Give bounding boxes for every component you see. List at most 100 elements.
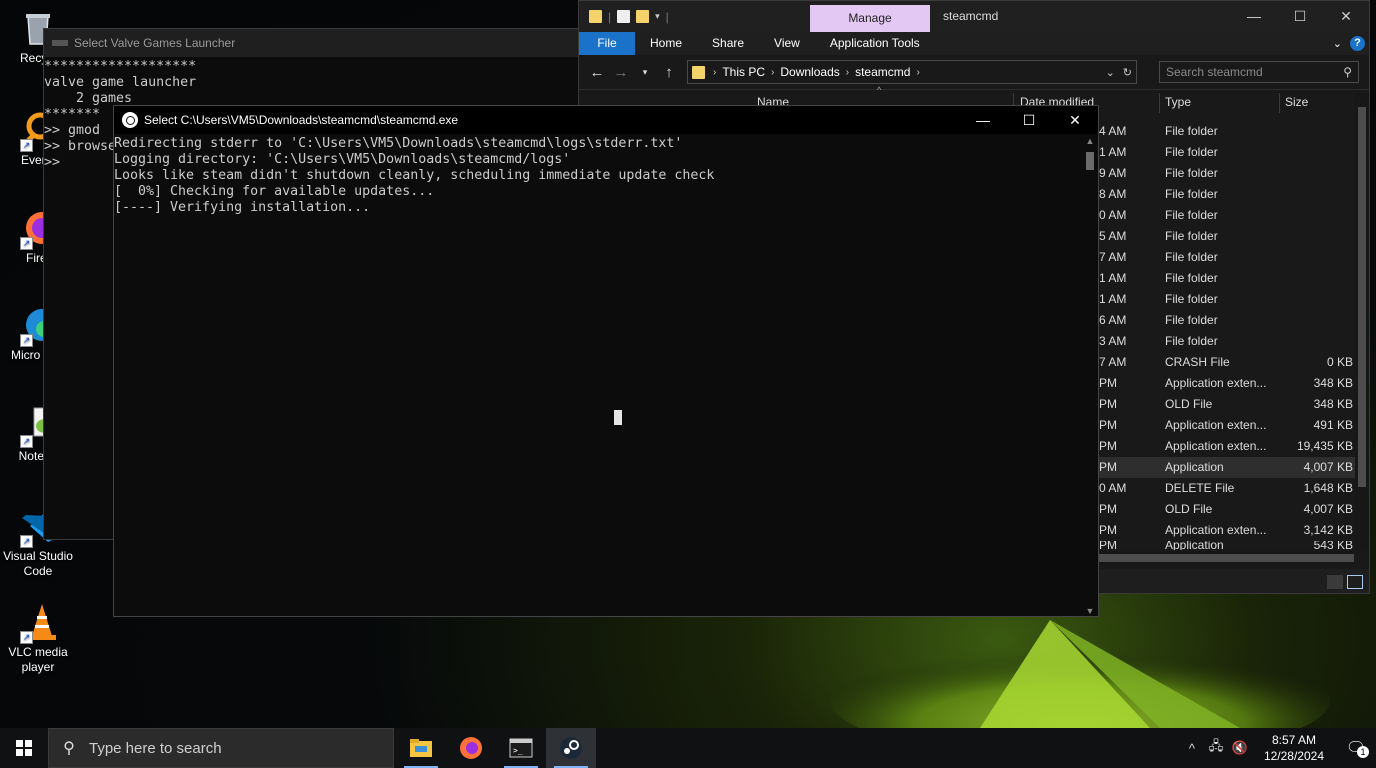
taskbar-search-box[interactable]: ⚲ Type here to search <box>48 728 394 768</box>
cell-date: 0 AM <box>1099 208 1127 222</box>
scrollbar-thumb[interactable] <box>1099 554 1354 562</box>
volume-muted-icon[interactable]: 🔇 <box>1228 740 1252 756</box>
horizontal-scrollbar[interactable] <box>1099 551 1355 565</box>
steamcmd-console-window[interactable]: Select C:\Users\VM5\Downloads\steamcmd\s… <box>113 105 1099 617</box>
minimize-button[interactable]: — <box>960 106 1006 134</box>
breadcrumb-this-pc[interactable]: This PC <box>718 65 769 79</box>
chevron-up-icon[interactable]: ^ <box>1180 741 1204 756</box>
search-icon: ⚲ <box>1343 65 1352 79</box>
taskbar: ⚲ Type here to search >_ ^ 🖧 🔇 8:57 AM 1… <box>0 728 1376 768</box>
refresh-icon[interactable]: ↻ <box>1123 66 1132 79</box>
scrollbar-thumb[interactable] <box>1358 107 1366 487</box>
cell-date: 8 AM <box>1099 187 1127 201</box>
vlc-icon: ↗ <box>18 602 58 644</box>
sort-arrow-icon: ^ <box>877 85 882 95</box>
search-input[interactable]: Search steamcmd ⚲ <box>1159 61 1359 83</box>
cell-size: 3,142 KB <box>1303 523 1353 537</box>
up-arrow-icon[interactable]: ↑ <box>657 64 681 81</box>
search-icon: ⚲ <box>63 740 75 757</box>
column-header-type[interactable]: Type <box>1165 95 1191 109</box>
cell-type: File folder <box>1165 166 1218 180</box>
network-icon[interactable]: 🖧 <box>1204 737 1228 759</box>
scroll-down-icon[interactable]: ▼ <box>1082 606 1098 616</box>
back-arrow-icon[interactable]: ← <box>585 64 609 81</box>
new-folder-icon[interactable] <box>636 10 650 23</box>
explorer-title-bar[interactable]: | ▾ | Manage steamcmd — ☐ ✕ <box>579 1 1369 32</box>
cell-size: 543 KB <box>1313 541 1353 550</box>
address-bar[interactable]: › This PC › Downloads › steamcmd › ⌄ ↻ <box>687 60 1137 84</box>
properties-icon[interactable] <box>617 10 631 23</box>
cell-size: 348 KB <box>1313 397 1353 411</box>
chevron-down-icon[interactable]: ⌄ <box>1106 66 1115 79</box>
cell-date: PM <box>1099 397 1117 411</box>
cell-date: 5 AM <box>1099 229 1127 243</box>
console-output-area[interactable]: Redirecting stderr to 'C:\Users\VM5\Down… <box>114 136 1082 616</box>
cell-type: OLD File <box>1165 502 1213 516</box>
cell-type: Application exten... <box>1165 439 1267 453</box>
details-view-icon[interactable] <box>1327 575 1343 589</box>
close-button[interactable]: ✕ <box>1052 106 1098 134</box>
desktop-icon-vlc[interactable]: ↗ VLC media player <box>0 602 76 675</box>
tab-share[interactable]: Share <box>697 32 759 55</box>
column-header-size[interactable]: Size <box>1285 95 1308 109</box>
start-button[interactable] <box>0 728 48 768</box>
taskbar-app-steam[interactable] <box>546 728 596 768</box>
cell-type: File folder <box>1165 292 1218 306</box>
folder-icon[interactable] <box>589 10 602 23</box>
clock[interactable]: 8:57 AM 12/28/2024 <box>1252 732 1336 764</box>
close-button[interactable]: ✕ <box>1323 1 1369 32</box>
cell-type: File folder <box>1165 124 1218 138</box>
clock-time: 8:57 AM <box>1271 733 1316 747</box>
cell-date: 6 AM <box>1099 313 1127 327</box>
minimize-button[interactable]: — <box>1231 1 1277 32</box>
cell-size: 1,648 KB <box>1303 481 1353 495</box>
tab-file[interactable]: File <box>579 32 635 55</box>
vertical-scrollbar[interactable]: ▲ ▼ <box>1082 136 1098 616</box>
vertical-scrollbar[interactable] <box>1355 93 1369 551</box>
cell-type: Application exten... <box>1165 418 1267 432</box>
cell-type: Application <box>1165 460 1224 474</box>
scroll-up-icon[interactable]: ▲ <box>1082 136 1098 146</box>
chevron-right-icon: › <box>916 66 920 78</box>
tab-manage[interactable]: Manage <box>810 5 930 32</box>
breadcrumb-downloads[interactable]: Downloads <box>776 65 843 79</box>
tab-view[interactable]: View <box>759 32 815 55</box>
breadcrumb-steamcmd[interactable]: steamcmd <box>851 65 914 79</box>
launcher-title-bar[interactable]: Select Valve Games Launcher <box>44 29 584 57</box>
tab-home[interactable]: Home <box>635 32 697 55</box>
quick-access-toolbar: | ▾ | <box>579 10 669 24</box>
terminal-icon: >_ <box>509 738 533 758</box>
chevron-right-icon: › <box>771 66 775 78</box>
notification-center-button[interactable]: 🗨 1 <box>1336 738 1376 758</box>
cell-date: PM <box>1099 541 1117 550</box>
taskbar-app-file-explorer[interactable] <box>396 728 446 768</box>
scrollbar-thumb[interactable] <box>1086 152 1094 170</box>
maximize-button[interactable]: ☐ <box>1277 1 1323 32</box>
tab-application-tools[interactable]: Application Tools <box>815 32 935 55</box>
recent-locations-icon[interactable]: ▾ <box>633 67 657 78</box>
taskbar-app-terminal[interactable]: >_ <box>496 728 546 768</box>
cell-size: 4,007 KB <box>1303 502 1353 516</box>
cell-date: PM <box>1099 418 1117 432</box>
desktop-icon-label: VLC media player <box>8 645 68 674</box>
chevron-right-icon: › <box>845 66 850 78</box>
svg-text:>_: >_ <box>513 746 523 755</box>
steamcmd-title-bar[interactable]: Select C:\Users\VM5\Downloads\steamcmd\s… <box>114 106 1098 134</box>
expand-ribbon-icon[interactable]: ⌄ <box>1333 37 1342 50</box>
cell-date: 3 AM <box>1099 334 1127 348</box>
launcher-title: Select Valve Games Launcher <box>74 36 236 50</box>
large-icons-view-icon[interactable] <box>1347 575 1363 589</box>
customize-toolbar-icon[interactable]: ▾ <box>655 11 660 22</box>
maximize-button[interactable]: ☐ <box>1006 106 1052 134</box>
wallpaper-tent <box>830 620 1330 728</box>
help-icon[interactable]: ? <box>1350 36 1365 51</box>
taskbar-app-firefox[interactable] <box>446 728 496 768</box>
forward-arrow-icon[interactable]: → <box>609 64 633 81</box>
console-output: Redirecting stderr to 'C:\Users\VM5\Down… <box>114 136 715 215</box>
cell-date: PM <box>1099 523 1117 537</box>
cell-date: 0 AM <box>1099 481 1127 495</box>
cell-type: File folder <box>1165 229 1218 243</box>
windows-logo-icon <box>16 740 32 756</box>
cell-date: 1 AM <box>1099 292 1127 306</box>
file-explorer-icon <box>410 739 432 757</box>
